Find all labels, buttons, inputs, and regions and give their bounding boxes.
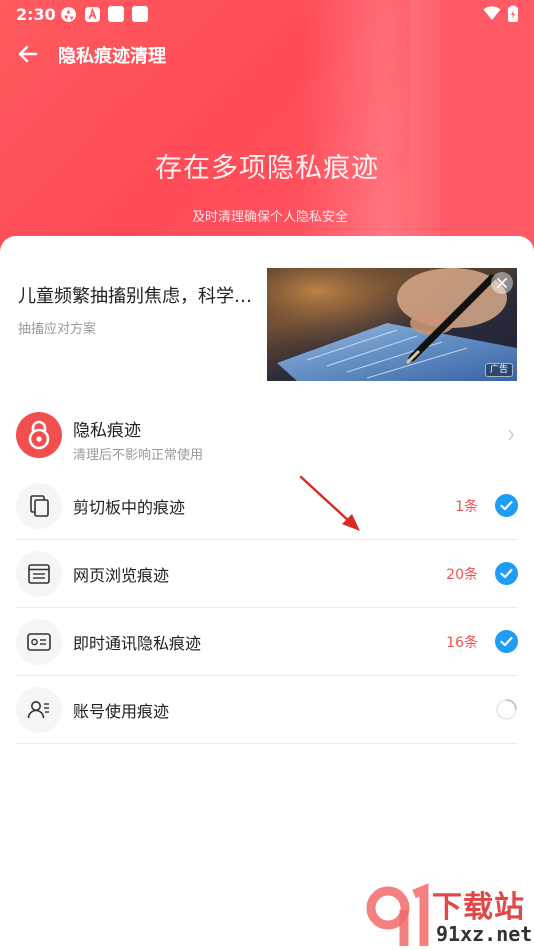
list-item-count: 20条 <box>446 567 478 583</box>
privacy-lock-icon-wrap <box>16 412 62 458</box>
list-item-count: 16条 <box>446 635 478 651</box>
wifi-icon <box>483 6 501 20</box>
privacy-traces-label: 隐私痕迹 <box>73 421 141 441</box>
page-title: 隐私痕迹清理 <box>58 46 166 67</box>
ad-close-button[interactable] <box>491 272 513 294</box>
ad-title[interactable]: 儿童频繁抽搐别焦虑，科学… <box>18 282 252 308</box>
lock-icon <box>28 420 50 450</box>
notification-icon <box>132 6 148 22</box>
ad-card[interactable]: 儿童频繁抽搐别焦虑，科学… 抽搐应对方案 广告 <box>0 268 534 382</box>
ad-photo-illustration <box>267 268 517 381</box>
notification-icon <box>108 6 124 22</box>
list-item-im[interactable]: 即时通讯隐私痕迹 16条 <box>0 608 534 676</box>
checkbox-checked[interactable] <box>495 630 518 653</box>
hero-banner: 2:30 隐私痕迹清理 存在多项隐私痕迹 及时清理确保个人隐私安全 <box>0 0 534 260</box>
hero-subtitle: 及时清理确保个人隐私安全 <box>191 210 348 225</box>
privacy-traces-sub: 清理后不影响正常使用 <box>73 448 204 463</box>
divider <box>16 743 518 744</box>
hero-title: 存在多项隐私痕迹 <box>155 153 379 184</box>
id-card-icon <box>27 633 51 651</box>
account-icon-wrap <box>16 687 62 733</box>
ad-badge: 广告 <box>484 363 513 377</box>
vpn-icon <box>61 7 76 22</box>
list-item-label: 即时通讯隐私痕迹 <box>73 634 202 653</box>
nav-bar: 隐私痕迹清理 <box>0 32 534 76</box>
check-icon <box>500 568 513 579</box>
watermark-url: 91xz.net <box>436 922 533 946</box>
close-icon <box>497 278 507 288</box>
chevron-right-icon <box>508 429 514 441</box>
clipboard-icon <box>30 495 49 517</box>
browser-icon <box>28 564 50 584</box>
account-icon <box>27 701 49 719</box>
clipboard-icon-wrap <box>16 483 62 529</box>
checkbox-checked[interactable] <box>495 494 518 517</box>
list-item-account[interactable]: 账号使用痕迹 <box>0 676 534 744</box>
check-icon <box>500 500 513 511</box>
list-item-label: 账号使用痕迹 <box>73 702 170 721</box>
app-a-icon <box>85 7 100 22</box>
status-bar: 2:30 <box>0 0 534 30</box>
check-icon <box>500 636 513 647</box>
id-card-icon-wrap <box>16 619 62 665</box>
list-item-label: 剪切板中的痕迹 <box>73 498 186 517</box>
list-item-count: 1条 <box>455 499 478 515</box>
watermark-title: 下载站 <box>432 890 525 925</box>
back-arrow-icon[interactable] <box>14 40 42 68</box>
watermark-logo: 下载站 91xz.net <box>360 880 534 950</box>
ad-badge-label: 广告 <box>489 365 508 375</box>
list-item-browser[interactable]: 网页浏览痕迹 20条 <box>0 540 534 608</box>
browser-icon-wrap <box>16 551 62 597</box>
status-time: 2:30 <box>16 5 56 24</box>
list-item-clipboard[interactable]: 剪切板中的痕迹 1条 <box>0 472 534 540</box>
loading-spinner-icon <box>496 699 517 720</box>
annotation-arrow-icon <box>299 475 360 531</box>
list-item-label: 网页浏览痕迹 <box>73 566 170 585</box>
privacy-traces-item[interactable]: 隐私痕迹 清理后不影响正常使用 <box>0 404 534 472</box>
ad-subtitle: 抽搐应对方案 <box>18 322 97 337</box>
battery-icon <box>508 5 518 22</box>
ad-image[interactable]: 广告 <box>267 268 517 381</box>
checkbox-checked[interactable] <box>495 562 518 585</box>
